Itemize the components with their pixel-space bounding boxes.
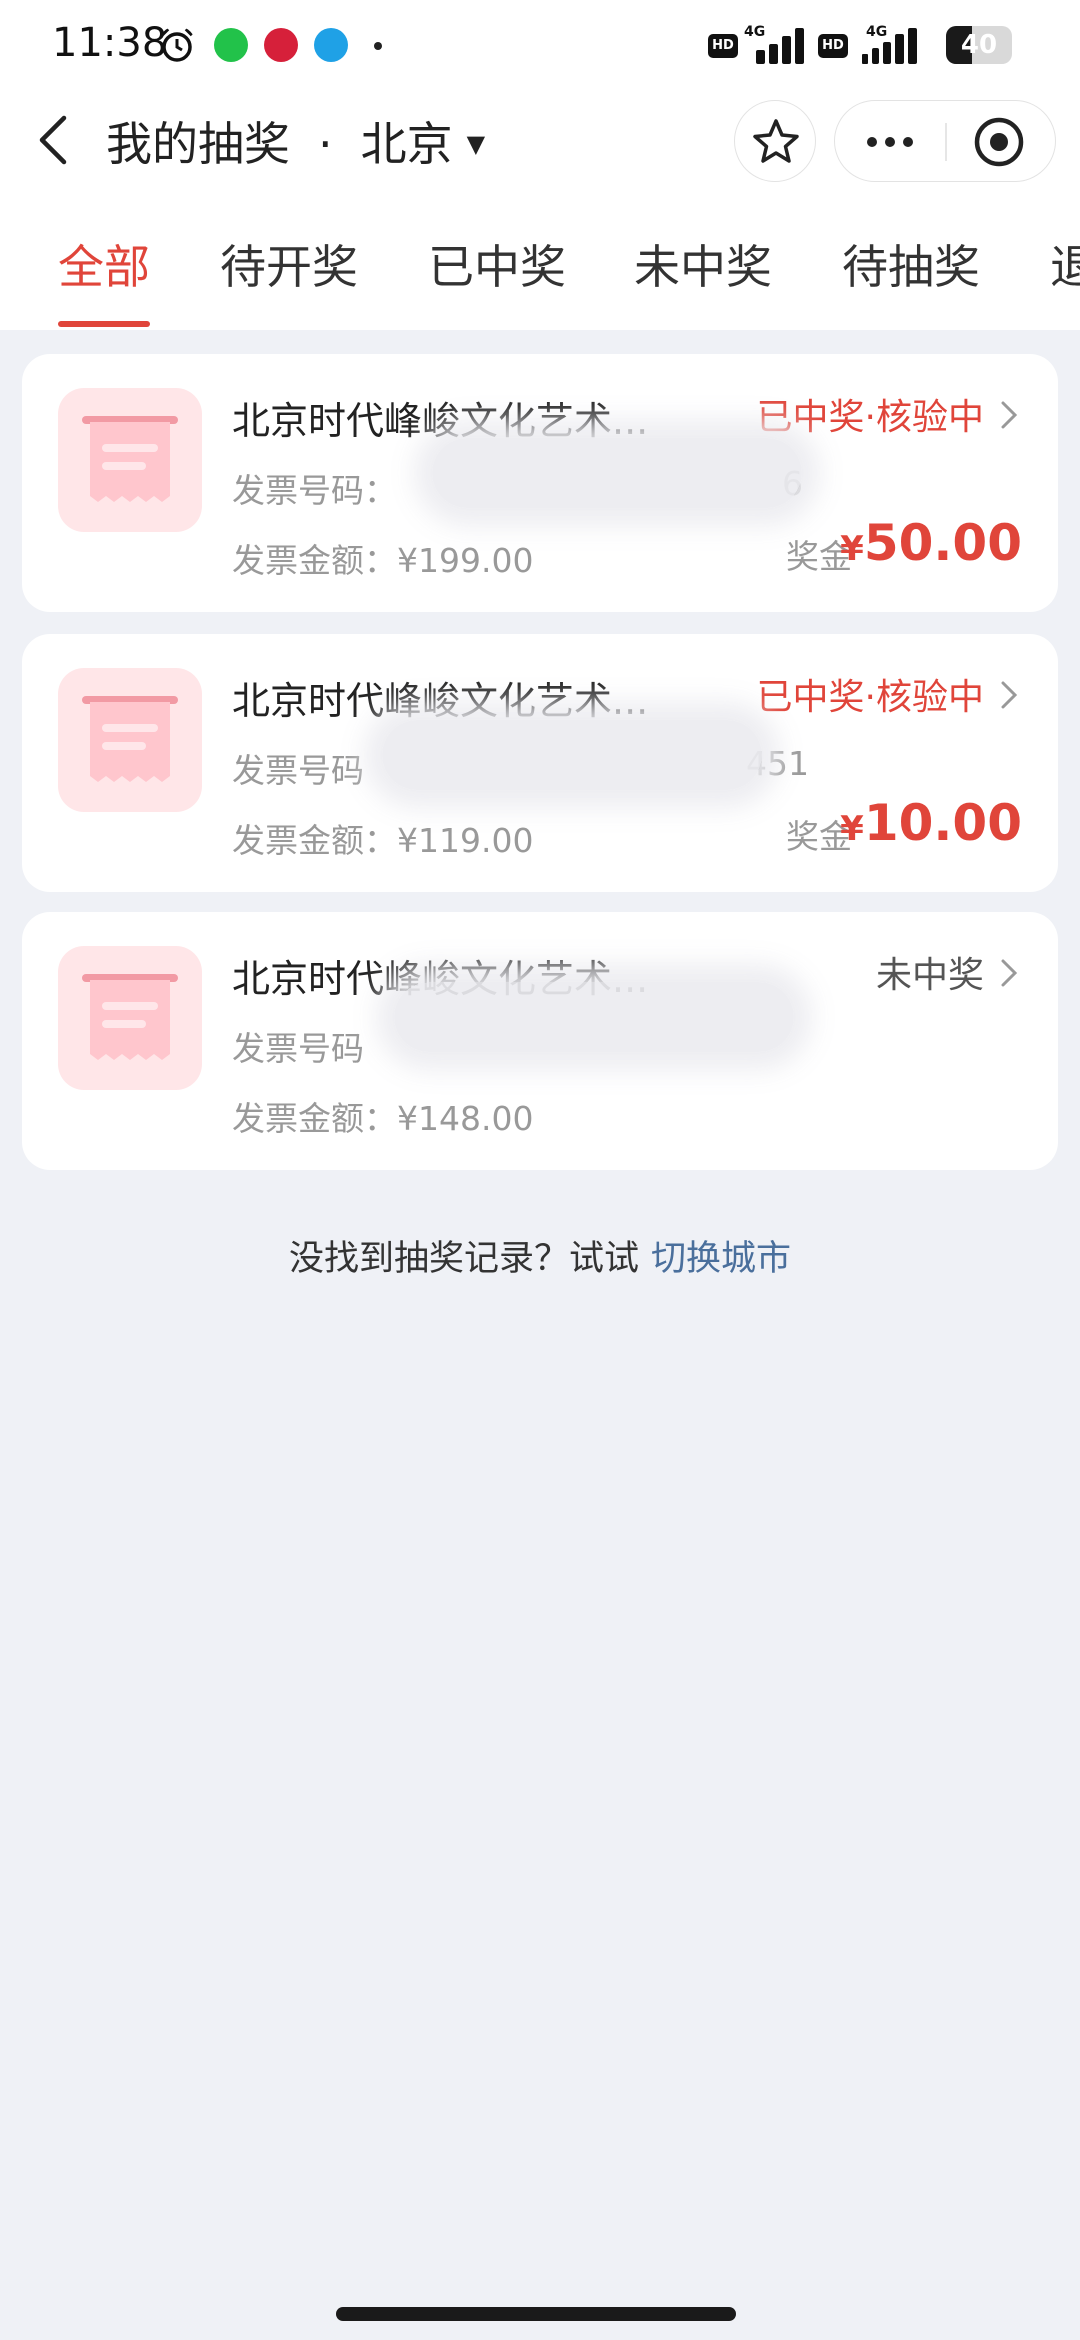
prize-amount: ¥10.00 (840, 794, 1022, 852)
prize-currency: ¥ (840, 529, 864, 569)
app-notification-icon (314, 28, 348, 62)
no-record-hint: 没找到抽奖记录？试试 切换城市 (0, 1230, 1080, 1281)
receipt-icon (82, 696, 178, 782)
invoice-amount-row: 发票金额：¥199.00 (232, 534, 533, 582)
status-bar: 11:38 HD 4G HD 4G 40 (0, 0, 1080, 90)
invoice-number-row: 发票号码： (232, 464, 397, 512)
battery-icon: 40 (946, 26, 1012, 64)
more-notifications-dot (374, 42, 382, 50)
tab-refund[interactable]: 退 (1050, 231, 1080, 297)
redacted-invoice-number (394, 982, 794, 1052)
redacted-invoice-number (382, 720, 762, 790)
wechat-notification-icon (214, 28, 248, 62)
invoice-amount: ¥148.00 (397, 1099, 534, 1138)
lottery-record-card[interactable]: 北京时代峰峻文化艺术... 未中奖 发票号码 发票金额：¥148.00 (22, 912, 1058, 1170)
merchant-name: 北京时代峰峻文化艺术... (232, 399, 649, 443)
triangle-down-icon[interactable]: ▼ (467, 130, 485, 158)
status-time: 11:38 (52, 20, 168, 66)
lottery-record-card[interactable]: 北京时代峰峻文化艺术... 已中奖·核验中 发票号码 451 发票金额：¥119… (22, 634, 1058, 892)
favorite-button[interactable] (734, 100, 816, 182)
chevron-right-icon (1001, 959, 1018, 987)
hd-badge: HD (708, 34, 738, 58)
invoice-thumbnail (58, 668, 202, 812)
invoice-amount-label: 发票金额： (232, 821, 397, 860)
more-options-icon[interactable] (835, 101, 945, 183)
invoice-amount-label: 发票金额： (232, 1099, 397, 1138)
page-title-text: 我的抽奖 (106, 117, 290, 171)
back-arrow-icon[interactable] (30, 110, 74, 170)
invoice-number-label: 发票号码 (232, 1029, 364, 1068)
prize-amount: ¥50.00 (840, 514, 1022, 572)
tab-to-draw[interactable]: 待抽奖 (842, 231, 980, 297)
record-status: 已中奖·核验中 (756, 397, 984, 438)
invoice-number-label: 发票号码： (232, 471, 397, 510)
no-record-hint-text: 没找到抽奖记录？试试 (288, 1239, 639, 1279)
record-status: 未中奖 (875, 955, 984, 996)
miniprogram-capsule (834, 100, 1056, 182)
redacted-invoice-number (432, 438, 802, 508)
battery-percentage: 40 (960, 30, 998, 60)
signal-strength-icon-2 (862, 28, 917, 64)
prize-currency: ¥ (840, 809, 864, 849)
chevron-right-icon (1001, 401, 1018, 429)
tab-all[interactable]: 全部 (58, 231, 150, 297)
invoice-thumbnail (58, 388, 202, 532)
tab-won[interactable]: 已中奖 (428, 231, 566, 297)
invoice-amount: ¥199.00 (397, 541, 534, 580)
lottery-record-card[interactable]: 北京时代峰峻文化艺术... 已中奖·核验中 发票号码： 6 发票金额：¥199.… (22, 354, 1058, 612)
prize-value: 10.00 (863, 794, 1022, 852)
alarm-clock-icon (160, 27, 194, 62)
star-icon[interactable] (735, 101, 817, 183)
filter-tabs: 全部 待开奖 已中奖 未中奖 待抽奖 退 (0, 225, 1080, 330)
tab-not-won[interactable]: 未中奖 (634, 231, 772, 297)
invoice-amount-label: 发票金额： (232, 541, 397, 580)
invoice-number-label: 发票号码 (232, 751, 364, 790)
invoice-number-row: 发票号码 (232, 744, 364, 792)
record-status: 已中奖·核验中 (756, 677, 984, 718)
receipt-icon (82, 974, 178, 1060)
merchant-name: 北京时代峰峻文化艺术... (232, 679, 649, 723)
tab-pending-draw-result[interactable]: 待开奖 (220, 231, 358, 297)
city-name[interactable]: 北京 (361, 117, 453, 171)
invoice-number-row: 发票号码 (232, 1022, 364, 1070)
home-indicator[interactable] (336, 2307, 736, 2321)
invoice-amount-row: 发票金额：¥119.00 (232, 814, 533, 862)
receipt-icon (82, 416, 178, 502)
title-separator: · (318, 117, 333, 171)
hd-badge-2: HD (818, 34, 848, 58)
active-tab-indicator (58, 321, 150, 327)
invoice-amount-row: 发票金额：¥148.00 (232, 1092, 533, 1140)
close-miniprogram-icon[interactable] (947, 101, 1057, 183)
prize-value: 50.00 (863, 514, 1022, 572)
city-selector[interactable]: 北京 ▼ (361, 117, 485, 171)
page-title: 我的抽奖 · 北京 ▼ (106, 108, 485, 174)
weibo-notification-icon (264, 28, 298, 62)
switch-city-link[interactable]: 切换城市 (651, 1239, 791, 1279)
chevron-right-icon (1001, 681, 1018, 709)
signal-strength-icon (756, 28, 804, 64)
invoice-thumbnail (58, 946, 202, 1090)
invoice-amount: ¥119.00 (397, 821, 534, 860)
